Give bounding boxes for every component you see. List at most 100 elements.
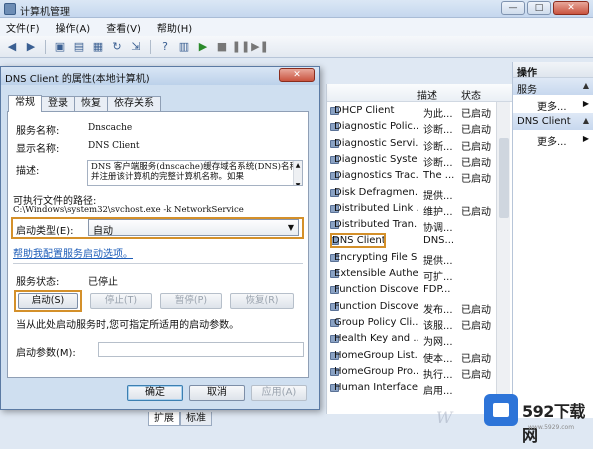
minimize-button[interactable]: — <box>501 1 525 15</box>
tab-recovery[interactable]: 恢复 <box>74 96 108 111</box>
tab-general[interactable]: 常规 <box>8 95 42 112</box>
tab-extended[interactable]: 扩展 <box>148 412 180 426</box>
service-description: 该服... <box>423 320 453 332</box>
restart-service-icon[interactable]: ▶❚ <box>251 39 269 55</box>
service-row[interactable]: HomeGroup List... 使本... 已启动 <box>327 348 513 365</box>
service-row[interactable]: Distributed Tran... 协调... <box>327 217 513 235</box>
service-description: DNS... <box>423 235 455 247</box>
apply-button[interactable]: 应用(A) <box>251 385 307 401</box>
service-description: 协调... <box>423 223 453 235</box>
help-icon[interactable]: ? <box>157 39 173 55</box>
service-description: 提供... <box>423 255 453 267</box>
menu-action[interactable]: 操作(A) <box>56 20 91 35</box>
menu-help[interactable]: 帮助(H) <box>157 20 192 35</box>
tab-dependencies[interactable]: 依存关系 <box>107 96 161 111</box>
dropdown-arrow-icon: ▼ <box>287 223 294 232</box>
service-row[interactable]: Health Key and ... 为网... <box>327 331 513 348</box>
service-name: Health Key and ... <box>334 333 418 345</box>
maximize-button[interactable]: □ <box>527 1 551 15</box>
console-icon[interactable]: ▥ <box>176 39 192 55</box>
collapse-arrow-icon[interactable]: ▲ <box>583 81 589 90</box>
startup-type-label: 启动类型(E): <box>16 226 74 237</box>
toolbar-separator <box>45 39 46 54</box>
display-name-label: 显示名称: <box>16 144 60 155</box>
service-row[interactable]: Diagnostic Syste... 诊断... 已启动 <box>327 152 513 169</box>
service-row[interactable]: Disk Defragmen... 提供... <box>327 185 513 202</box>
bottom-view-tabs: 扩展 标准 <box>148 412 212 427</box>
service-row[interactable]: Diagnostic Servi... 诊断... 已启动 <box>327 136 513 153</box>
service-row[interactable]: Group Policy Cli... 该服... 已启动 <box>327 315 513 332</box>
column-header-status[interactable]: 状态 <box>461 87 481 102</box>
toolbar-separator <box>150 39 151 54</box>
actions-group-dns-label: DNS Client <box>517 116 571 127</box>
stop-button[interactable]: 停止(T) <box>90 293 152 309</box>
service-name: Diagnostic Syste... <box>334 153 418 165</box>
dialog-close-button[interactable]: ✕ <box>279 68 315 82</box>
watermark-url: www.5929.com <box>528 424 575 431</box>
toolbar: ◀ ▶ ▣ ▤ ▦ ↻ ⇲ ? ▥ ▶ ■ ❚❚ ▶❚ <box>0 36 593 58</box>
site-watermark: W 592下载网 www.5929.com <box>436 386 593 449</box>
window-title: 计算机管理 <box>20 7 70 18</box>
start-service-icon[interactable]: ▶ <box>195 39 211 55</box>
services-scrollbar[interactable] <box>496 102 510 412</box>
service-row[interactable]: Function Discove... FDP... <box>327 282 513 298</box>
help-configure-link[interactable]: 帮助我配置服务启动选项。 <box>13 245 133 260</box>
service-row[interactable]: Function Discove... 发布... 已启动 <box>327 299 513 316</box>
service-row[interactable]: DHCP Client 为此... 已启动 <box>327 103 513 120</box>
service-row[interactable]: DNS Client DNS... <box>327 233 513 249</box>
actions-header: 操作 <box>513 62 593 79</box>
service-status: 已启动 <box>461 125 491 137</box>
service-name-label: 服务名称: <box>16 126 60 137</box>
service-status-label: 服务状态: <box>16 277 60 288</box>
startup-type-select[interactable]: 自动 ▼ <box>88 219 299 237</box>
service-row[interactable]: Extensible Authe... 可扩... <box>327 266 513 283</box>
service-row[interactable]: Encrypting File S... 提供... <box>327 250 513 267</box>
ok-button[interactable]: 确定 <box>127 385 183 401</box>
service-name: Diagnostic Polic... <box>334 121 418 133</box>
forward-icon[interactable]: ▶ <box>23 39 39 55</box>
up-folder-icon[interactable]: ▣ <box>52 39 68 55</box>
service-status: 已启动 <box>461 353 491 365</box>
actions-more-dns[interactable]: 更多... ▶ <box>513 130 593 148</box>
tab-standard[interactable]: 标准 <box>180 412 212 426</box>
close-button[interactable]: ✕ <box>553 1 589 15</box>
service-row[interactable]: Diagnostics Trac... The ... 已启动 <box>327 168 513 185</box>
actions-more-services[interactable]: 更多... ▶ <box>513 95 593 113</box>
show-tree-icon[interactable]: ▤ <box>71 39 87 55</box>
general-tab-panel: 服务名称: Dnscache 显示名称: DNS Client 描述: DNS … <box>7 111 309 378</box>
pause-button[interactable]: 暂停(P) <box>160 293 222 309</box>
window-controls: — □ ✕ <box>501 1 589 15</box>
start-parameters-input[interactable] <box>98 342 304 357</box>
column-header-description[interactable]: 描述 <box>417 87 437 102</box>
service-properties-dialog: DNS Client 的属性(本地计算机) ✕ 常规 登录 恢复 依存关系 服务… <box>0 66 320 410</box>
description-box[interactable]: DNS 客户端服务(dnscache)缓存域名系统(DNS)名称并注册该计算机的… <box>87 160 303 186</box>
scrollbar-thumb[interactable] <box>499 138 509 218</box>
description-label: 描述: <box>16 166 40 177</box>
export-icon[interactable]: ⇲ <box>128 39 144 55</box>
stop-service-icon[interactable]: ■ <box>214 39 230 55</box>
tab-logon[interactable]: 登录 <box>41 96 75 111</box>
service-name: Extensible Authe... <box>334 268 418 279</box>
start-button[interactable]: 启动(S) <box>18 293 78 309</box>
actions-group-dns-client[interactable]: DNS Client ▲ <box>513 113 593 130</box>
resume-button[interactable]: 恢复(R) <box>230 293 294 309</box>
service-row[interactable]: Distributed Link ... 维护... 已启动 <box>327 201 513 218</box>
back-icon[interactable]: ◀ <box>4 39 20 55</box>
more-label: 更多... <box>537 102 567 113</box>
service-row[interactable]: Diagnostic Polic... 诊断... 已启动 <box>327 119 513 137</box>
services-list-header: 描述 状态 <box>327 84 513 102</box>
divider <box>13 263 303 264</box>
menu-file[interactable]: 文件(F) <box>6 20 40 35</box>
properties-icon[interactable]: ▦ <box>90 39 106 55</box>
pause-service-icon[interactable]: ❚❚ <box>232 39 250 55</box>
service-row[interactable]: HomeGroup Pro... 执行... 已启动 <box>327 364 513 381</box>
service-description: 启用... <box>423 386 453 398</box>
actions-group-services[interactable]: 服务 ▲ <box>513 78 593 96</box>
collapse-arrow-icon[interactable]: ▲ <box>583 116 589 125</box>
description-scrollbar[interactable]: ▲ ▼ <box>293 161 302 185</box>
cancel-button[interactable]: 取消 <box>189 385 245 401</box>
service-status: 已启动 <box>461 109 491 120</box>
menu-view[interactable]: 查看(V) <box>106 20 141 35</box>
windows-watermark-logo: W <box>436 408 453 427</box>
refresh-icon[interactable]: ↻ <box>109 39 125 55</box>
